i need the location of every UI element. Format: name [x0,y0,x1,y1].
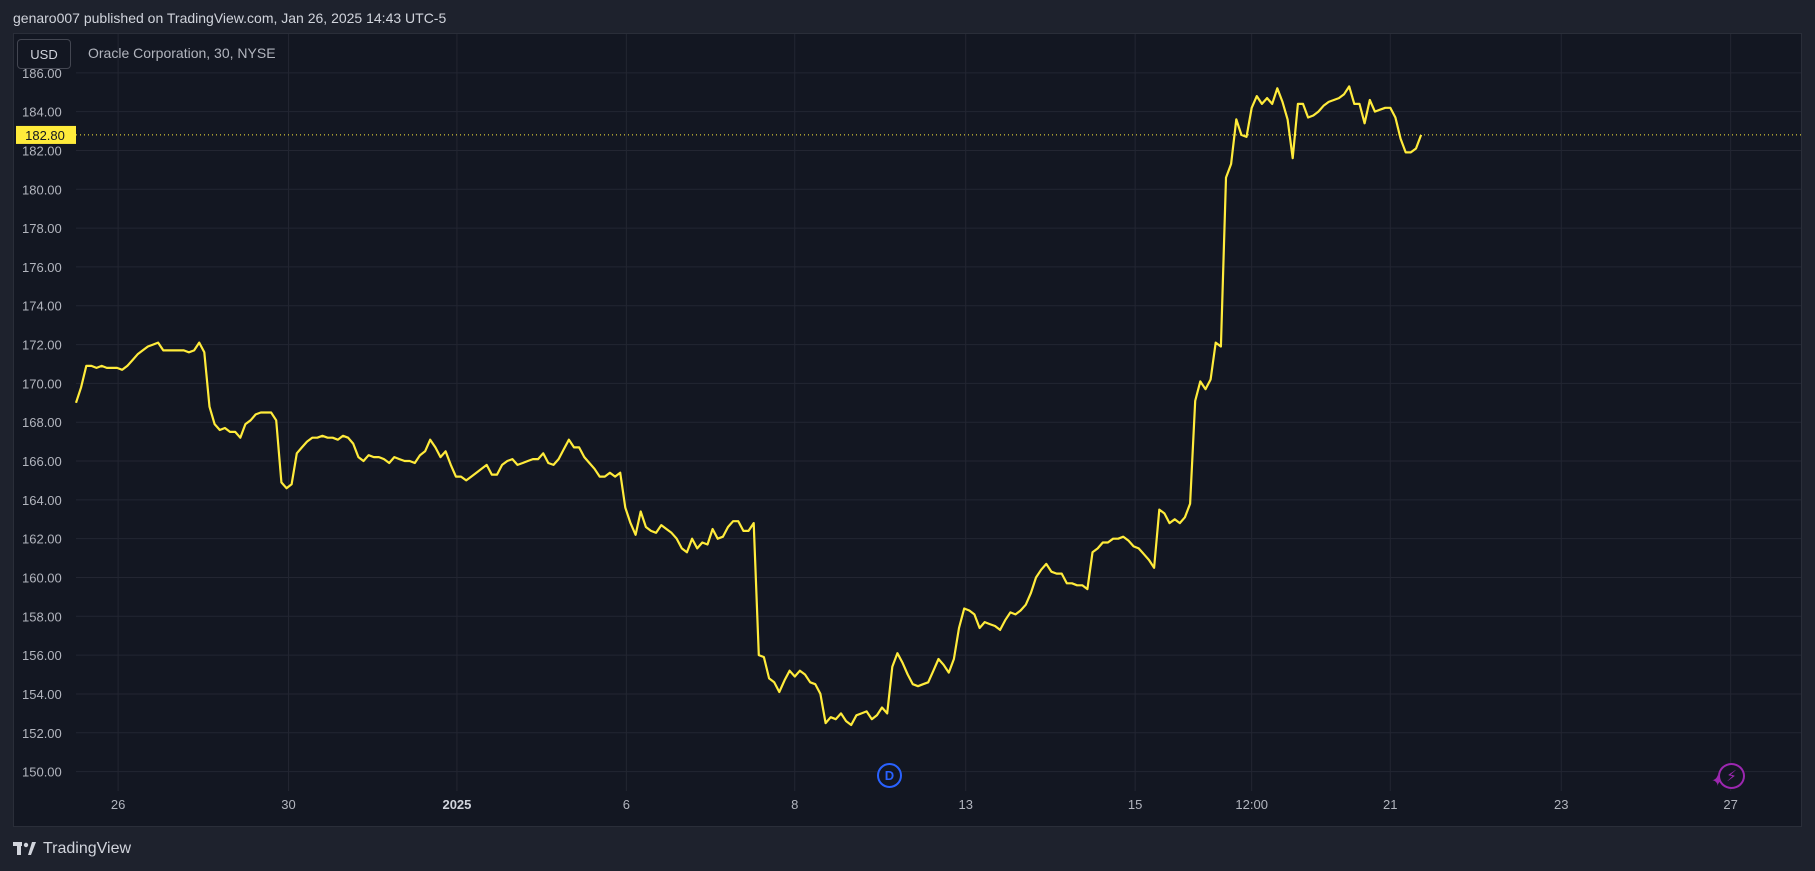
x-tick-label: 13 [958,797,972,812]
x-tick-label: 30 [281,797,295,812]
footer-brand[interactable]: TradingView [13,840,131,858]
y-tick-label: 170.00 [22,376,62,391]
y-tick-label: 166.00 [22,454,62,469]
y-tick-label: 150.00 [22,765,62,780]
y-tick-label: 154.00 [22,687,62,702]
y-tick-label: 182.00 [22,143,62,158]
tradingview-logo-icon [13,842,36,855]
y-tick-label: 152.00 [22,726,62,741]
price-line [74,85,1423,727]
footer-brand-label: TradingView [43,840,132,857]
earnings-marker[interactable]: ⚡ [1718,763,1745,789]
publisher-header: genaro007 published on TradingView.com, … [13,10,447,26]
x-tick-label: 2025 [442,797,471,812]
y-tick-label: 158.00 [22,609,62,624]
y-tick-label: 172.00 [22,338,62,353]
y-tick-label: 156.00 [22,648,62,663]
chart-frame: 150.00 152.00 154.00 156.00 158.00 160.00 162.… [13,33,1802,827]
x-tick-label: 6 [623,797,630,812]
y-tick-label: 160.00 [22,570,62,585]
y-tick-label: 164.00 [22,493,62,508]
y-tick-label: 180.00 [22,182,62,197]
y-tick-label: 168.00 [22,415,62,430]
x-tick-label: 26 [111,797,125,812]
y-tick-label: 178.00 [22,221,62,236]
y-tick-label: 174.00 [22,299,62,314]
last-price-label: 182.80 [25,128,65,143]
price-chart[interactable]: 150.00 152.00 154.00 156.00 158.00 160.00 162.… [14,34,1803,828]
grid [76,34,1801,791]
x-tick-label: 21 [1383,797,1397,812]
dividend-marker[interactable]: D [877,763,902,788]
currency-button[interactable]: USD [17,39,71,69]
x-tick-label: 8 [791,797,798,812]
y-tick-label: 176.00 [22,260,62,275]
last-price-badge: 182.80 [16,125,76,144]
x-axis: 26 30 2025 6 8 13 15 12:00 21 23 27 [111,797,1738,812]
y-axis: 150.00 152.00 154.00 156.00 158.00 160.00 162.… [22,66,62,780]
y-tick-label: 162.00 [22,532,62,547]
x-tick-label: 27 [1723,797,1737,812]
symbol-label: Oracle Corporation, 30, NYSE [88,45,276,61]
x-tick-label: 15 [1128,797,1142,812]
y-tick-label: 184.00 [22,105,62,120]
x-tick-label: 12:00 [1235,797,1268,812]
x-tick-label: 23 [1554,797,1568,812]
